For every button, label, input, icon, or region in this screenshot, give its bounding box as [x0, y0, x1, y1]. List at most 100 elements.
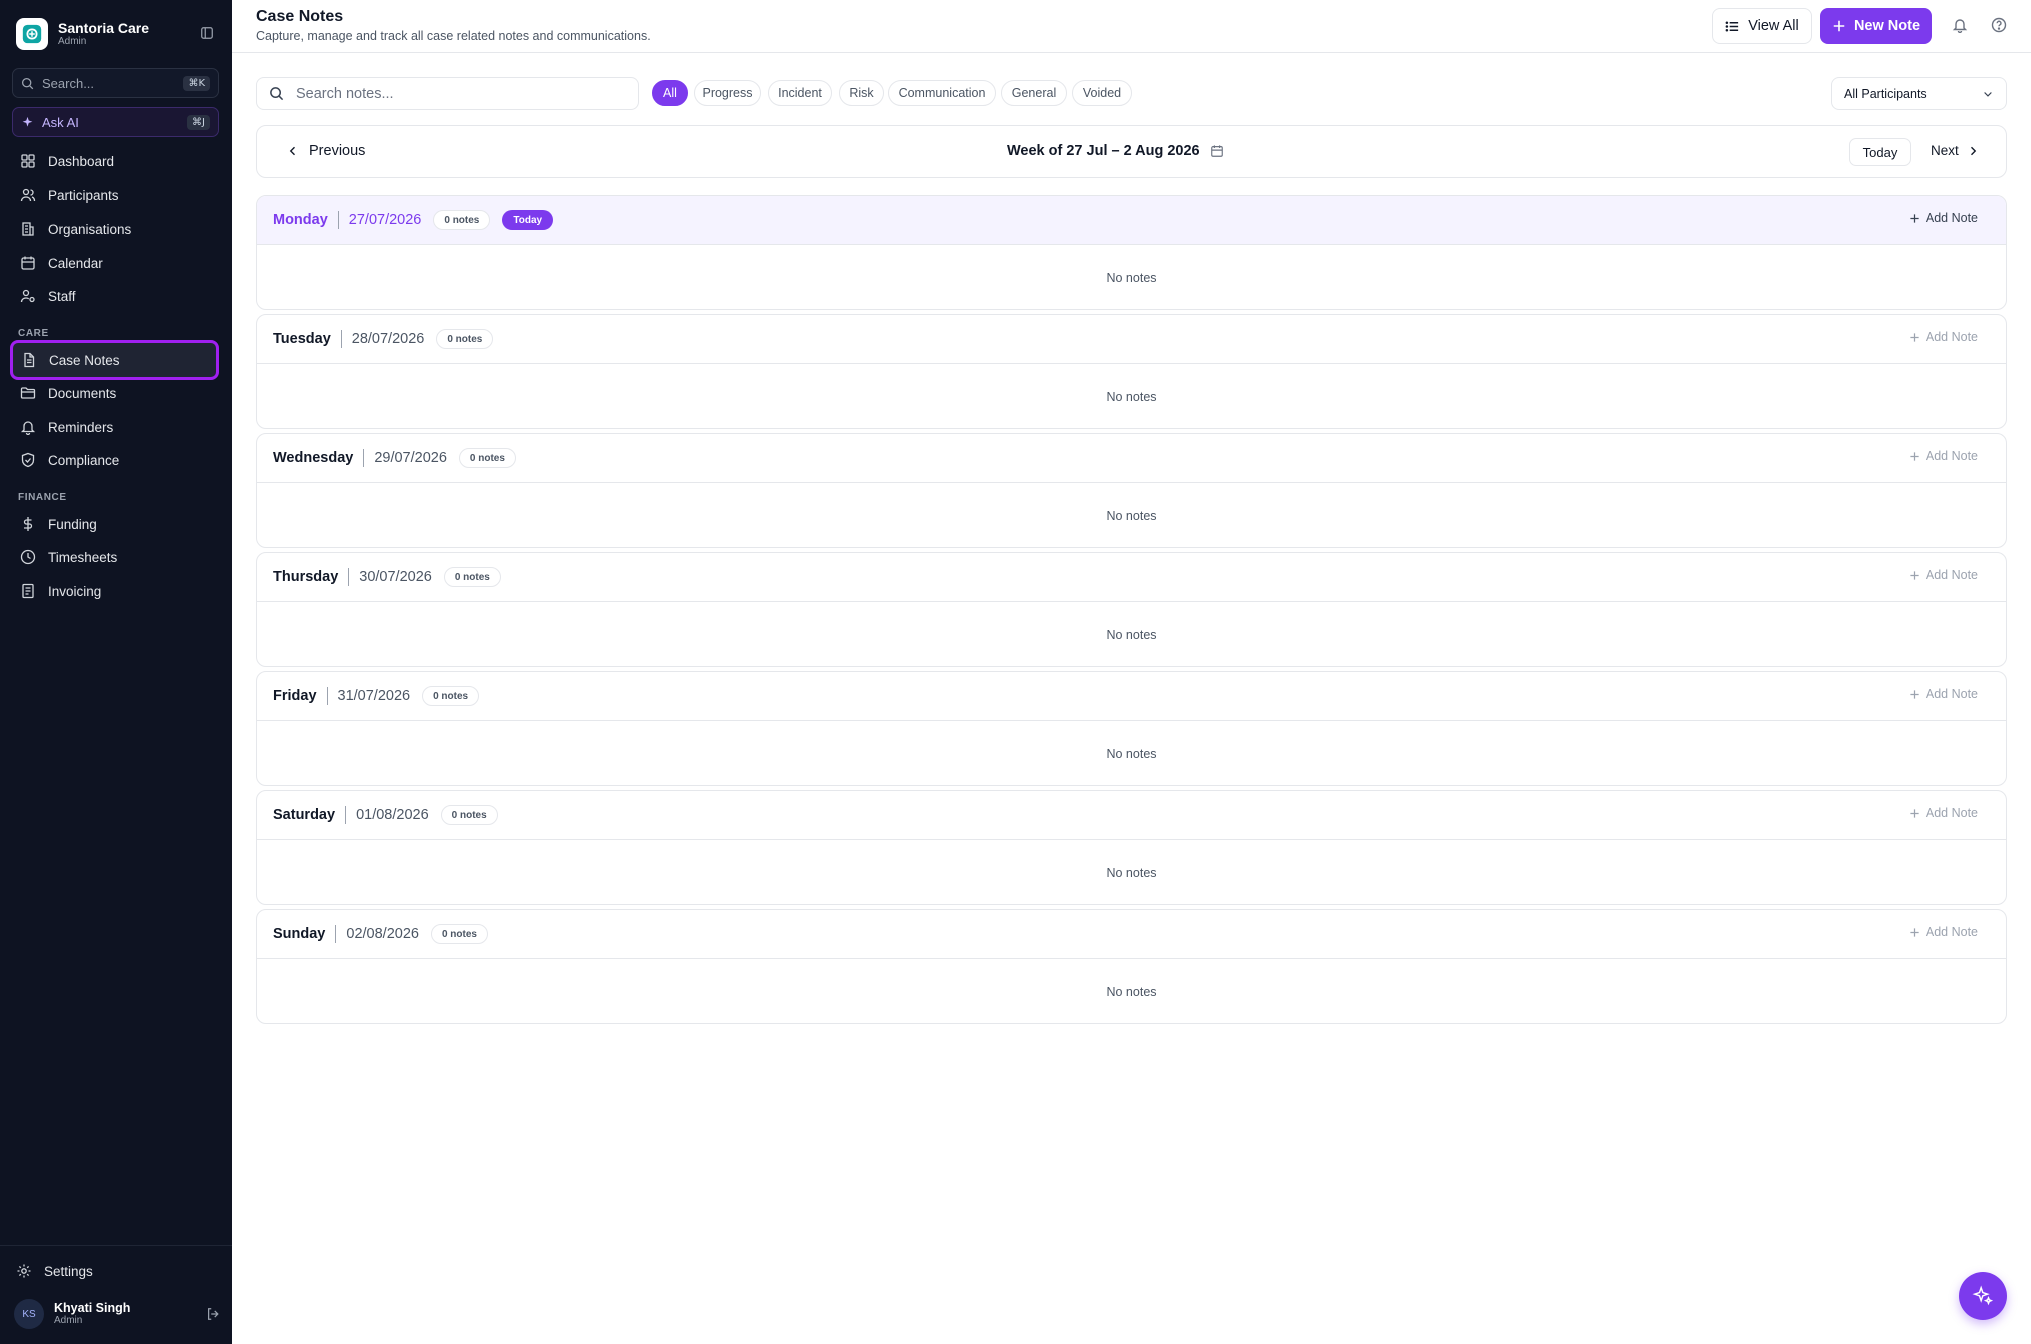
add-note-button[interactable]: Add Note	[1909, 925, 1978, 939]
day-name: Sunday	[273, 926, 326, 942]
add-note-label: Add Note	[1925, 806, 1978, 820]
plus-icon	[1833, 20, 1845, 32]
day-header: Sunday 02/08/2026 0 notes Add Note	[257, 910, 2006, 959]
sidebar-collapse-icon[interactable]	[200, 26, 216, 42]
brand[interactable]: Santoria Care Admin	[16, 18, 216, 50]
day-header: Thursday 30/07/2026 0 notes Add Note	[257, 553, 2006, 602]
chevron-down-icon	[1984, 91, 1992, 97]
view-all-label: View All	[1748, 18, 1799, 34]
add-note-button[interactable]: Add Note	[1909, 330, 1978, 344]
sidebar-search-placeholder: Search...	[42, 75, 95, 91]
app-role: Admin	[58, 36, 87, 48]
ai-assistant-fab[interactable]	[1959, 1272, 2007, 1320]
day-header: Monday 27/07/2026 0 notes Today Add Note	[257, 196, 2006, 245]
building-icon	[22, 222, 34, 236]
filter-chip-incident[interactable]: Incident	[768, 80, 832, 106]
sidebar-item-funding[interactable]: Funding	[12, 508, 219, 540]
week-navigation: Previous Week of 27 Jul – 2 Aug 2026 Tod…	[256, 125, 2007, 178]
plus-icon	[1910, 689, 1919, 699]
today-badge: Today	[502, 210, 554, 230]
add-note-button[interactable]: Add Note	[1909, 568, 1978, 582]
new-note-button[interactable]: New Note	[1820, 8, 1932, 44]
next-label: Next	[1931, 143, 1959, 158]
users-icon	[20, 188, 36, 202]
notes-search-input[interactable]: Search notes...	[256, 77, 639, 110]
ask-ai-button[interactable]: Ask AI ⌘J	[12, 107, 219, 137]
sidebar-item-timesheets[interactable]: Timesheets	[12, 541, 219, 573]
view-all-button[interactable]: View All	[1712, 8, 1812, 44]
previous-week-button[interactable]: Previous	[287, 143, 365, 159]
sidebar-search[interactable]: Search... ⌘K	[12, 68, 219, 98]
today-button[interactable]: Today	[1849, 138, 1911, 166]
empty-state: No notes	[1106, 866, 1157, 880]
sidebar-item-organisations[interactable]: Organisations	[12, 213, 219, 245]
new-note-label: New Note	[1853, 18, 1921, 34]
plus-icon	[1910, 570, 1919, 580]
day-name: Saturday	[273, 807, 336, 823]
ask-ai-label: Ask AI	[42, 114, 79, 130]
filter-chip-communication[interactable]: Communication	[888, 80, 996, 106]
day-header: Wednesday 29/07/2026 0 notes Add Note	[257, 434, 2006, 483]
day-header: Friday 31/07/2026 0 notes Add Note	[257, 672, 2006, 721]
day-date: 30/07/2026	[359, 569, 432, 585]
dollar-icon	[23, 517, 33, 531]
calendar-icon	[1210, 145, 1223, 157]
sidebar-item-reminders[interactable]: Reminders	[12, 411, 219, 443]
filter-chip-risk[interactable]: Risk	[839, 80, 884, 106]
filter-chip-all[interactable]: All	[652, 80, 688, 106]
sidebar-item-compliance[interactable]: Compliance	[12, 444, 219, 476]
divider	[348, 568, 350, 586]
clock-icon	[20, 549, 36, 565]
sidebar-item-dashboard[interactable]: Dashboard	[12, 145, 219, 177]
divider	[340, 330, 342, 348]
day-name: Monday	[273, 212, 328, 228]
empty-state: No notes	[1106, 985, 1157, 999]
day-card-thursday: Thursday 30/07/2026 0 notes Add Note No …	[256, 552, 2007, 667]
sidebar-item-calendar[interactable]: Calendar	[12, 247, 219, 279]
sidebar-item-documents[interactable]: Documents	[12, 377, 219, 409]
add-note-button[interactable]: Add Note	[1909, 449, 1978, 463]
week-label[interactable]: Week of 27 Jul – 2 Aug 2026	[1007, 143, 1224, 159]
sidebar-divider	[0, 1245, 232, 1246]
add-note-button[interactable]: Add Note	[1909, 211, 1978, 225]
chevron-right-icon	[1970, 146, 1976, 155]
day-card-wednesday: Wednesday 29/07/2026 0 notes Add Note No…	[256, 433, 2007, 548]
list-icon	[1725, 20, 1739, 32]
filter-chip-progress[interactable]: Progress	[694, 80, 761, 106]
divider	[345, 806, 347, 824]
page-title: Case Notes	[256, 8, 344, 25]
notifications-bell-icon[interactable]	[1952, 17, 1970, 35]
day-card-sunday: Sunday 02/08/2026 0 notes Add Note No no…	[256, 909, 2007, 1024]
filter-chip-voided[interactable]: Voided	[1072, 80, 1132, 106]
staff-icon	[20, 289, 35, 303]
sidebar-item-participants[interactable]: Participants	[12, 179, 219, 211]
user-profile[interactable]: KS Khyati Singh Admin	[14, 1298, 220, 1330]
plus-icon	[1910, 213, 1919, 223]
empty-state: No notes	[1106, 628, 1157, 642]
filter-chip-general[interactable]: General	[1001, 80, 1067, 106]
sidebar-item-staff[interactable]: Staff	[12, 280, 219, 312]
add-note-button[interactable]: Add Note	[1909, 687, 1978, 701]
add-note-label: Add Note	[1925, 568, 1978, 582]
sidebar-item-invoicing[interactable]: Invoicing	[12, 575, 219, 607]
avatar: KS	[14, 1299, 44, 1329]
empty-state: No notes	[1106, 390, 1157, 404]
next-week-button[interactable]: Next	[1931, 143, 1979, 158]
notes-count-badge: 0 notes	[433, 210, 491, 230]
chevron-left-icon	[289, 146, 295, 156]
empty-state: No notes	[1106, 509, 1157, 523]
sidebar-item-case-notes[interactable]: Case Notes	[10, 340, 219, 380]
help-circle-icon[interactable]	[1991, 17, 2009, 35]
add-note-button[interactable]: Add Note	[1909, 806, 1978, 820]
logout-icon[interactable]	[206, 1307, 220, 1321]
participant-select-value: All Participants	[1844, 86, 1927, 101]
day-name: Tuesday	[273, 331, 331, 347]
notes-count-badge: 0 notes	[443, 567, 501, 587]
notes-count-badge: 0 notes	[422, 686, 480, 706]
dashboard-icon	[21, 154, 35, 168]
search-icon	[21, 77, 34, 89]
day-header: Saturday 01/08/2026 0 notes Add Note	[257, 791, 2006, 840]
ask-ai-shortcut: ⌘J	[187, 114, 210, 130]
participant-select[interactable]: All Participants	[1831, 77, 2007, 110]
sidebar-item-settings[interactable]: Settings	[8, 1255, 215, 1287]
